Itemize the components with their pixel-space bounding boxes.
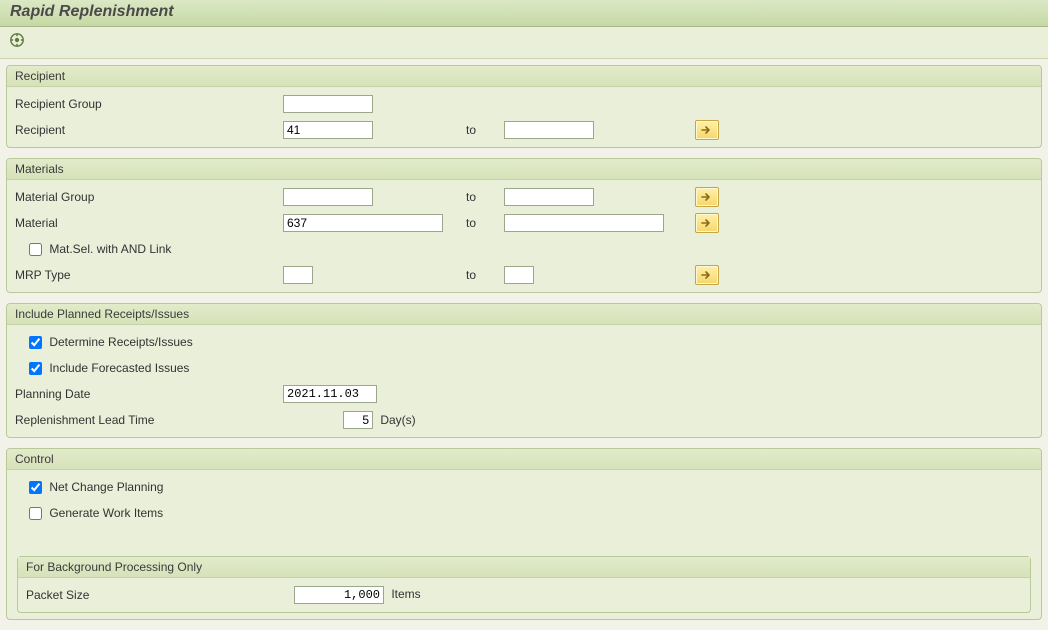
input-recipient-to[interactable] [504, 121, 594, 139]
execute-button[interactable] [8, 31, 30, 51]
checkbox-and-link[interactable] [29, 243, 42, 256]
group-recipient: Recipient Recipient Group Recipient to [6, 65, 1042, 148]
label-to: to [466, 190, 476, 204]
label-and-link: Mat.Sel. with AND Link [49, 242, 171, 256]
label-determine: Determine Receipts/Issues [49, 335, 192, 349]
group-header-materials: Materials [7, 159, 1041, 180]
label-to: to [466, 123, 476, 137]
label-planning-date: Planning Date [15, 387, 90, 401]
input-mrp-type-from[interactable] [283, 266, 313, 284]
checkbox-forecast[interactable] [29, 362, 42, 375]
input-material-from[interactable] [283, 214, 443, 232]
label-to: to [466, 268, 476, 282]
label-rlt: Replenishment Lead Time [15, 413, 154, 427]
label-forecast: Include Forecasted Issues [49, 361, 189, 375]
group-header-planned: Include Planned Receipts/Issues [7, 304, 1041, 325]
group-control: Control Net Change Planning Generate Wor… [6, 448, 1042, 620]
input-recipient-group-from[interactable] [283, 95, 373, 113]
group-header-recipient: Recipient [7, 66, 1041, 87]
input-mrp-type-to[interactable] [504, 266, 534, 284]
input-material-to[interactable] [504, 214, 664, 232]
page-title: Rapid Replenishment [10, 3, 1038, 21]
group-planned: Include Planned Receipts/Issues Determin… [6, 303, 1042, 438]
input-material-group-to[interactable] [504, 188, 594, 206]
label-to: to [466, 216, 476, 230]
label-material-group: Material Group [15, 190, 94, 204]
title-bar: Rapid Replenishment [0, 0, 1048, 27]
multi-select-mrp-type[interactable] [695, 265, 719, 285]
label-packet-size: Packet Size [26, 588, 89, 602]
group-header-control: Control [7, 449, 1041, 470]
checkbox-determine[interactable] [29, 336, 42, 349]
label-material: Material [15, 216, 58, 230]
label-recipient-group: Recipient Group [15, 97, 102, 111]
label-rlt-unit: Day(s) [380, 413, 415, 427]
label-work-items: Generate Work Items [49, 506, 163, 520]
multi-select-material-group[interactable] [695, 187, 719, 207]
toolbar [0, 27, 1048, 59]
input-material-group-from[interactable] [283, 188, 373, 206]
multi-select-recipient[interactable] [695, 120, 719, 140]
input-packet-size[interactable] [294, 586, 384, 604]
input-planning-date[interactable] [283, 385, 377, 403]
input-rlt[interactable] [343, 411, 373, 429]
checkbox-work-items[interactable] [29, 507, 42, 520]
group-materials: Materials Material Group to [6, 158, 1042, 293]
multi-select-material[interactable] [695, 213, 719, 233]
checkbox-net-change[interactable] [29, 481, 42, 494]
group-background-processing: For Background Processing Only Packet Si… [17, 556, 1031, 613]
label-recipient: Recipient [15, 123, 65, 137]
label-packet-unit: Items [391, 587, 420, 601]
label-mrp-type: MRP Type [15, 268, 71, 282]
label-net-change: Net Change Planning [49, 480, 163, 494]
group-header-background: For Background Processing Only [18, 557, 1030, 578]
input-recipient-from[interactable] [283, 121, 373, 139]
